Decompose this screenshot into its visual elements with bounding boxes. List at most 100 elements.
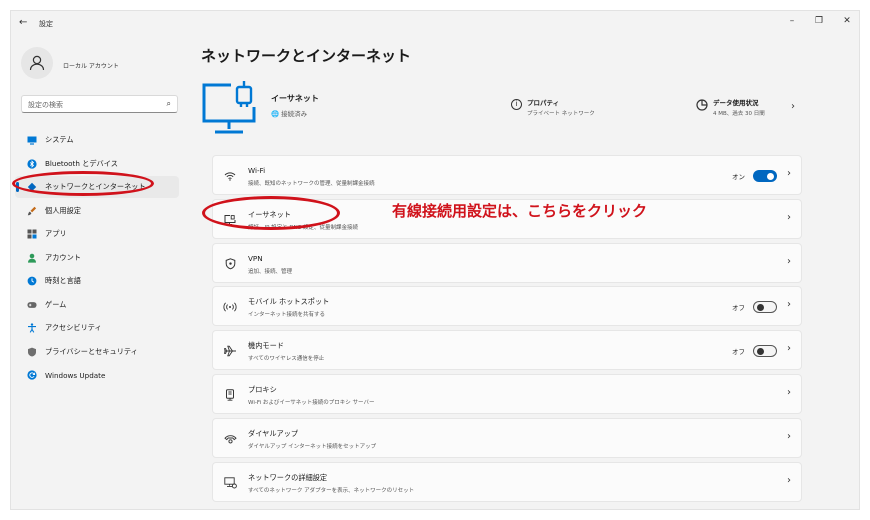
sidebar-item-label: システム bbox=[45, 135, 74, 144]
card-subtitle: インターネット接続を共有する bbox=[248, 312, 326, 319]
settings-window: ← 設定 – ❐ ✕ ローカル アカウント 設定の検索 ⌕ システム Bluet… bbox=[10, 10, 860, 510]
pie-usage-icon bbox=[696, 99, 708, 111]
connection-status: 🌐 接続済み bbox=[271, 108, 307, 118]
toggle-state-label: オフ bbox=[732, 348, 745, 357]
card-subtitle: すべてのネットワーク アダプターを表示、ネットワークのリセット bbox=[248, 487, 415, 494]
annotation-callout: 有線接続用設定は、こちらをクリック bbox=[392, 202, 648, 220]
toggle-state-label: オン bbox=[732, 173, 745, 181]
toggle-switch[interactable] bbox=[753, 301, 777, 314]
properties-title: プロパティ bbox=[527, 99, 560, 107]
chevron-right-icon[interactable]: › bbox=[787, 212, 791, 223]
advanced-network-icon bbox=[223, 476, 237, 490]
data-usage-subtitle: 4 MB、過去 30 日間 bbox=[713, 111, 765, 117]
person-icon bbox=[27, 253, 37, 263]
chevron-right-icon[interactable]: › bbox=[787, 475, 791, 486]
toggle-knob bbox=[757, 304, 764, 312]
gamepad-icon bbox=[27, 300, 37, 310]
airplane-mode-card[interactable]: 機内モード すべてのワイヤレス通信を停止 オフ › bbox=[212, 330, 802, 371]
search-icon[interactable]: ⌕ bbox=[167, 99, 171, 109]
card-subtitle: 接続、既知のネットワークの管理、従量制課金接続 bbox=[248, 181, 375, 187]
data-usage-link[interactable]: データ使用状況 4 MB、過去 30 日間 bbox=[696, 97, 765, 117]
back-arrow-icon[interactable]: ← bbox=[19, 17, 27, 28]
apps-icon bbox=[27, 229, 37, 239]
sidebar-item-label: アカウント bbox=[45, 252, 81, 262]
close-button[interactable]: ✕ bbox=[840, 16, 854, 26]
sidebar-item-label: 時刻と言語 bbox=[45, 276, 81, 285]
properties-link[interactable]: i プロパティ プライベート ネットワーク bbox=[511, 97, 595, 117]
sidebar-item-label: Windows Update bbox=[45, 370, 106, 380]
app-title: 設定 bbox=[39, 20, 53, 28]
chevron-right-icon[interactable]: › bbox=[787, 168, 791, 179]
wifi-toggle[interactable]: オン bbox=[732, 170, 777, 182]
sidebar-item-label: プライバシーとセキュリティ bbox=[45, 346, 138, 356]
title-bar: ← 設定 – ❐ ✕ bbox=[11, 11, 861, 37]
ethernet-status-banner: イーサネット 🌐 接続済み i プロパティ プライベート ネットワーク データ使… bbox=[201, 79, 801, 139]
sidebar-nav: システム Bluetooth とデバイス ネットワークとインターネット 個人用設… bbox=[15, 129, 179, 388]
sidebar-item-accessibility[interactable]: アクセシビリティ bbox=[15, 317, 179, 339]
update-icon bbox=[27, 370, 37, 380]
proxy-card[interactable]: プロキシ Wi-Fi およびイーサネット接続のプロキシ サーバー › bbox=[212, 373, 802, 414]
avatar[interactable] bbox=[21, 47, 53, 79]
wifi-card[interactable]: Wi-Fi 接続、既知のネットワークの管理、従量制課金接続 オン › bbox=[212, 155, 802, 195]
card-title: プロキシ bbox=[248, 384, 277, 394]
toggle-switch[interactable] bbox=[753, 170, 777, 182]
sidebar-item-personalization[interactable]: 個人用設定 bbox=[15, 200, 179, 222]
vpn-card[interactable]: VPN 追加、接続、管理 › bbox=[212, 242, 802, 283]
chevron-right-icon[interactable]: › bbox=[791, 101, 795, 112]
sidebar-item-label: 個人用設定 bbox=[45, 205, 81, 215]
search-input[interactable]: 設定の検索 ⌕ bbox=[21, 95, 178, 113]
sidebar-item-apps[interactable]: アプリ bbox=[15, 223, 179, 245]
chevron-right-icon[interactable]: › bbox=[787, 256, 791, 267]
card-subtitle: すべてのワイヤレス通信を停止 bbox=[248, 356, 325, 363]
chevron-right-icon[interactable]: › bbox=[787, 299, 791, 310]
toggle-knob bbox=[757, 348, 764, 356]
airplane-toggle[interactable]: オフ bbox=[732, 345, 777, 358]
dialup-icon bbox=[223, 432, 237, 446]
annotation-circle-ethernet bbox=[202, 196, 340, 230]
sidebar-item-windows-update[interactable]: Windows Update bbox=[15, 364, 179, 386]
sidebar-item-label: Bluetooth とデバイス bbox=[45, 158, 118, 168]
connection-status-text: 接続済み bbox=[281, 110, 308, 118]
accessibility-icon bbox=[27, 323, 37, 333]
page-title: ネットワークとインターネット bbox=[201, 47, 412, 65]
bluetooth-icon bbox=[27, 158, 37, 169]
hotspot-icon bbox=[223, 300, 237, 314]
chevron-right-icon[interactable]: › bbox=[787, 387, 791, 398]
mobile-hotspot-card[interactable]: モバイル ホットスポット インターネット接続を共有する オフ › bbox=[212, 286, 802, 327]
data-usage-title: データ使用状況 bbox=[713, 99, 759, 107]
toggle-state-label: オフ bbox=[732, 304, 745, 313]
sidebar-item-time-language[interactable]: 時刻と言語 bbox=[15, 270, 179, 292]
minimize-button[interactable]: – bbox=[785, 16, 799, 26]
sidebar-item-label: ゲーム bbox=[45, 299, 67, 309]
airplane-icon bbox=[223, 344, 237, 358]
maximize-button[interactable]: ❐ bbox=[812, 16, 826, 26]
info-icon: i bbox=[511, 99, 522, 110]
toggle-switch[interactable] bbox=[753, 345, 777, 358]
search-placeholder: 設定の検索 bbox=[28, 101, 63, 109]
chevron-right-icon[interactable]: › bbox=[787, 431, 791, 442]
brush-icon bbox=[27, 206, 37, 216]
monitor-icon bbox=[27, 135, 37, 145]
hotspot-toggle[interactable]: オフ bbox=[732, 301, 777, 314]
card-title: Wi-Fi bbox=[248, 166, 266, 175]
card-subtitle: ダイヤルアップ インターネット接続をセットアップ bbox=[248, 443, 377, 450]
sidebar-item-privacy[interactable]: プライバシーとセキュリティ bbox=[15, 341, 179, 363]
card-title: モバイル ホットスポット bbox=[248, 297, 330, 307]
sidebar-item-system[interactable]: システム bbox=[15, 129, 179, 151]
main-content: ネットワークとインターネット イーサネット 🌐 接続済み i プロパティ プライ… bbox=[201, 39, 802, 509]
dialup-card[interactable]: ダイヤルアップ ダイヤルアップ インターネット接続をセットアップ › bbox=[212, 417, 802, 458]
sidebar-item-label: アクセシビリティ bbox=[45, 323, 102, 332]
connection-name: イーサネット bbox=[271, 94, 319, 103]
sidebar: ローカル アカウント 設定の検索 ⌕ システム Bluetooth とデバイス … bbox=[11, 39, 186, 509]
wifi-icon bbox=[223, 169, 237, 183]
ethernet-monitor-icon bbox=[202, 81, 256, 134]
sidebar-item-accounts[interactable]: アカウント bbox=[15, 247, 179, 269]
globe-clock-icon bbox=[27, 276, 37, 286]
vpn-shield-icon bbox=[223, 257, 237, 271]
sidebar-item-gaming[interactable]: ゲーム bbox=[15, 294, 179, 316]
advanced-network-card[interactable]: ネットワークの詳細設定 すべてのネットワーク アダプターを表示、ネットワークのリ… bbox=[212, 461, 802, 502]
card-title: ダイヤルアップ bbox=[248, 428, 299, 438]
shield-icon bbox=[27, 347, 37, 357]
globe-icon: 🌐 bbox=[271, 110, 280, 118]
chevron-right-icon[interactable]: › bbox=[787, 343, 791, 354]
